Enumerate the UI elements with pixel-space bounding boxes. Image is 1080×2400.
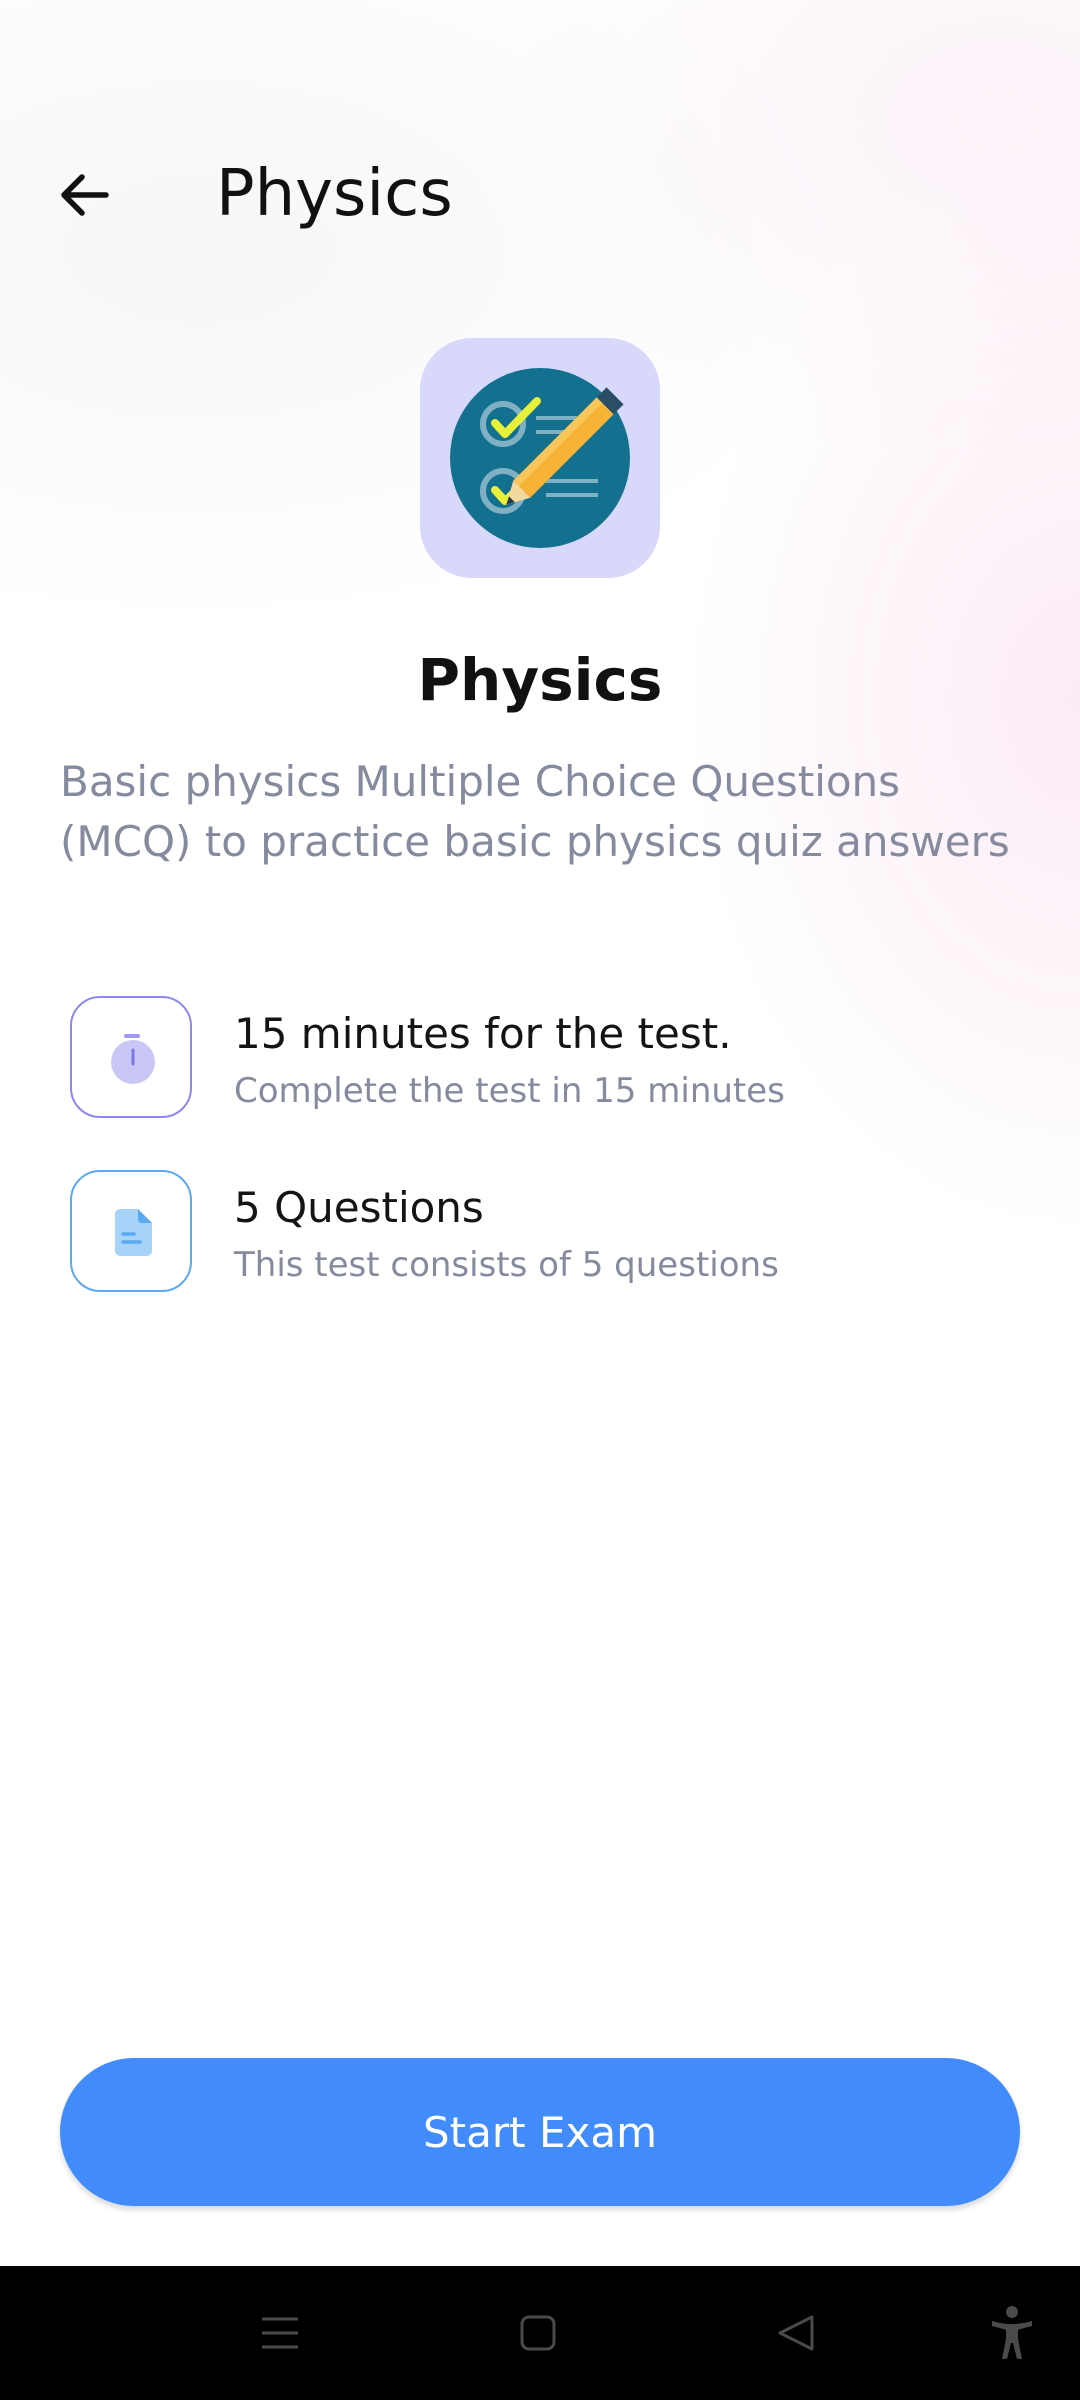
home-square-icon: [520, 2315, 556, 2351]
page-title: Physics: [216, 157, 453, 231]
menu-icon: [262, 2317, 298, 2349]
app-bar: Physics: [0, 140, 1080, 250]
quiz-description: Basic physics Multiple Choice Questions …: [60, 757, 1010, 866]
questions-subtitle: This test consists of 5 questions: [234, 1245, 779, 1285]
questions-info: 5 Questions This test consists of 5 ques…: [68, 1170, 1028, 1300]
back-triangle-icon: [778, 2315, 814, 2351]
stopwatch-icon: [111, 1034, 155, 1084]
start-exam-button[interactable]: Start Exam: [60, 2058, 1020, 2206]
accessibility-icon: [992, 2306, 1032, 2359]
home-button[interactable]: [478, 2266, 598, 2400]
accessibility-button[interactable]: [952, 2266, 1072, 2400]
system-nav-bar: [0, 2266, 1080, 2400]
duration-title: 15 minutes for the test.: [234, 1009, 732, 1058]
duration-info: 15 minutes for the test. Complete the te…: [68, 996, 1028, 1126]
arrow-left-icon: [61, 174, 109, 216]
questions-title: 5 Questions: [234, 1183, 484, 1232]
quiz-title: Physics: [417, 646, 663, 714]
recent-apps-button[interactable]: [220, 2266, 340, 2400]
back-nav-button[interactable]: [736, 2266, 856, 2400]
duration-icon-box: [70, 996, 192, 1118]
back-button[interactable]: [44, 162, 124, 228]
document-icon: [115, 1209, 152, 1256]
quiz-icon-tile: [420, 338, 660, 578]
checklist-pencil-icon: [450, 368, 630, 548]
duration-subtitle: Complete the test in 15 minutes: [234, 1071, 785, 1111]
questions-icon-box: [70, 1170, 192, 1292]
